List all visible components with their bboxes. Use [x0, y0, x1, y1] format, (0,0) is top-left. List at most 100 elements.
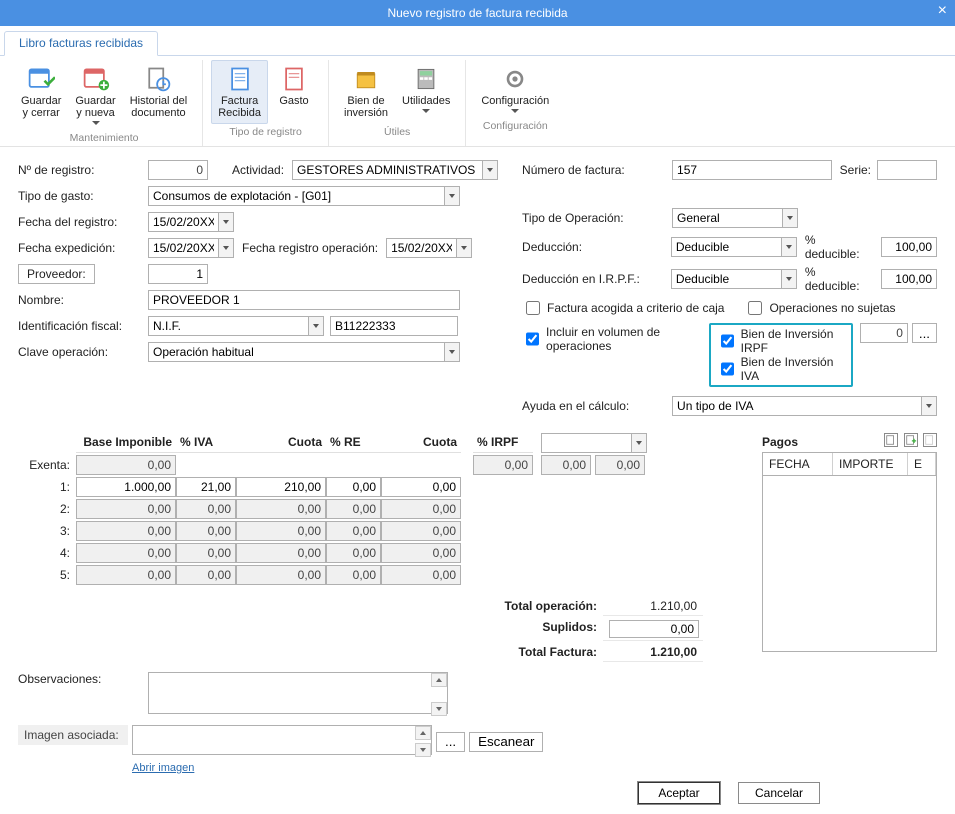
scroll-up-icon[interactable]: [431, 673, 447, 687]
chevron-down-icon[interactable]: [218, 238, 234, 258]
chevron-down-icon[interactable]: [631, 433, 647, 453]
pago-new-icon[interactable]: [884, 433, 898, 447]
tab-libro-facturas[interactable]: Libro facturas recibidas: [4, 31, 158, 56]
re-input: [326, 543, 381, 563]
re-input[interactable]: [326, 477, 381, 497]
exenta-base: [76, 455, 176, 475]
iva-input: [176, 499, 236, 519]
cuota-input: [236, 543, 326, 563]
chk-bien-irpf[interactable]: Bien de Inversión IRPF: [717, 327, 845, 355]
clave-op-input[interactable]: [148, 342, 444, 362]
abrir-imagen-link[interactable]: Abrir imagen: [132, 762, 194, 774]
pagos-col-e: E: [908, 453, 936, 475]
base-input: [76, 543, 176, 563]
escanear-button[interactable]: Escanear: [469, 732, 543, 752]
save-and-close-button[interactable]: Guardar y cerrar: [14, 60, 68, 130]
tipo-gasto-input[interactable]: [148, 186, 444, 206]
cuota2-input: [381, 565, 461, 585]
observaciones-input[interactable]: [148, 672, 448, 714]
chk-bien-iva[interactable]: Bien de Inversión IVA: [717, 355, 845, 383]
chevron-down-icon[interactable]: [308, 316, 324, 336]
chevron-down-icon[interactable]: [456, 238, 472, 258]
base-input[interactable]: [76, 477, 176, 497]
imagen-browse-button[interactable]: ...: [436, 732, 465, 752]
nombre-input[interactable]: [148, 290, 460, 310]
cuota-input[interactable]: [236, 477, 326, 497]
pago-add-icon[interactable]: [904, 433, 918, 447]
chevron-down-icon[interactable]: [782, 208, 798, 228]
serie-input[interactable]: [877, 160, 937, 180]
tipo-op-input[interactable]: [672, 208, 782, 228]
proveedor-input[interactable]: [148, 264, 208, 284]
utilidades-button[interactable]: Utilidades: [395, 60, 457, 124]
ayuda-input[interactable]: [672, 396, 921, 416]
deduccion-input[interactable]: [671, 237, 781, 257]
exenta-label: Exenta:: [18, 458, 76, 472]
id-fiscal-type-combo[interactable]: [148, 316, 324, 336]
ayuda-combo[interactable]: [672, 396, 937, 416]
fecha-op-input[interactable]: [386, 238, 456, 258]
factura-recibida-button[interactable]: Factura Recibida: [211, 60, 268, 124]
chevron-down-icon[interactable]: [921, 396, 937, 416]
id-fiscal-input[interactable]: [330, 316, 458, 336]
chk-criterio-caja[interactable]: Factura acogida a criterio de caja: [522, 298, 724, 318]
cuota2-input[interactable]: [381, 477, 461, 497]
gasto-button[interactable]: Gasto: [268, 60, 320, 124]
tipo-gasto-combo[interactable]: [148, 186, 460, 206]
fecha-op-label: Fecha registro operación:: [242, 241, 378, 255]
scroll-down-icon[interactable]: [415, 743, 431, 757]
proveedor-button[interactable]: Proveedor:: [18, 264, 95, 284]
fecha-registro-input[interactable]: [148, 212, 218, 232]
tipo-op-combo[interactable]: [672, 208, 798, 228]
suplidos-input[interactable]: [609, 620, 699, 638]
clave-op-combo[interactable]: [148, 342, 460, 362]
scroll-down-icon[interactable]: [431, 702, 447, 716]
configuracion-button[interactable]: Configuración: [474, 60, 556, 118]
re-input: [326, 499, 381, 519]
utilities-icon: [412, 65, 440, 93]
chevron-down-icon[interactable]: [444, 186, 460, 206]
pct-deducible2-input[interactable]: [881, 269, 937, 289]
save-and-new-button[interactable]: Guardar y nueva: [68, 60, 122, 130]
col-irpf: % IRPF: [473, 433, 533, 453]
base-input: [76, 499, 176, 519]
actividad-input[interactable]: [292, 160, 482, 180]
chk-volumen-op[interactable]: Incluir en volumen de operaciones: [522, 325, 702, 353]
bien-browse-button[interactable]: ...: [912, 323, 937, 343]
deduccion-combo[interactable]: [671, 237, 797, 257]
id-fiscal-type-input[interactable]: [148, 316, 308, 336]
fecha-expedicion-combo[interactable]: [148, 238, 234, 258]
chevron-down-icon[interactable]: [781, 237, 797, 257]
fecha-registro-combo[interactable]: [148, 212, 234, 232]
document-history-button[interactable]: Historial del documento: [123, 60, 194, 130]
chk-op-no-sujetas[interactable]: Operaciones no sujetas: [744, 298, 895, 318]
chevron-down-icon[interactable]: [482, 160, 498, 180]
chevron-down-icon[interactable]: [444, 342, 460, 362]
pago-del-icon[interactable]: [923, 433, 937, 447]
num-factura-input[interactable]: [672, 160, 832, 180]
cancelar-button[interactable]: Cancelar: [738, 782, 820, 804]
close-icon[interactable]: ×: [938, 2, 947, 20]
chevron-down-icon[interactable]: [781, 269, 797, 289]
tab-strip: Libro facturas recibidas: [0, 26, 955, 56]
bien-inversion-button[interactable]: Bien de inversión: [337, 60, 395, 124]
tot-fact-label: Total Factura:: [473, 643, 603, 662]
ded-irpf-input[interactable]: [671, 269, 781, 289]
irpf-pct-combo[interactable]: [541, 433, 647, 453]
ded-irpf-combo[interactable]: [671, 269, 797, 289]
fecha-expedicion-input[interactable]: [148, 238, 218, 258]
pct-deducible-input[interactable]: [881, 237, 937, 257]
pct-deducible-label: % deducible:: [805, 233, 873, 261]
actividad-combo[interactable]: [292, 160, 498, 180]
irpf-pct-input[interactable]: [541, 433, 631, 453]
chevron-down-icon[interactable]: [218, 212, 234, 232]
nregistro-input[interactable]: [148, 160, 208, 180]
pagos-table[interactable]: FECHA IMPORTE E: [762, 452, 937, 652]
scroll-up-icon[interactable]: [415, 726, 431, 740]
nregistro-label: Nº de registro:: [18, 163, 148, 177]
imagen-input[interactable]: [132, 725, 432, 755]
num-factura-label: Número de factura:: [522, 163, 672, 177]
fecha-op-combo[interactable]: [386, 238, 472, 258]
aceptar-button[interactable]: Aceptar: [638, 782, 720, 804]
iva-input[interactable]: [176, 477, 236, 497]
